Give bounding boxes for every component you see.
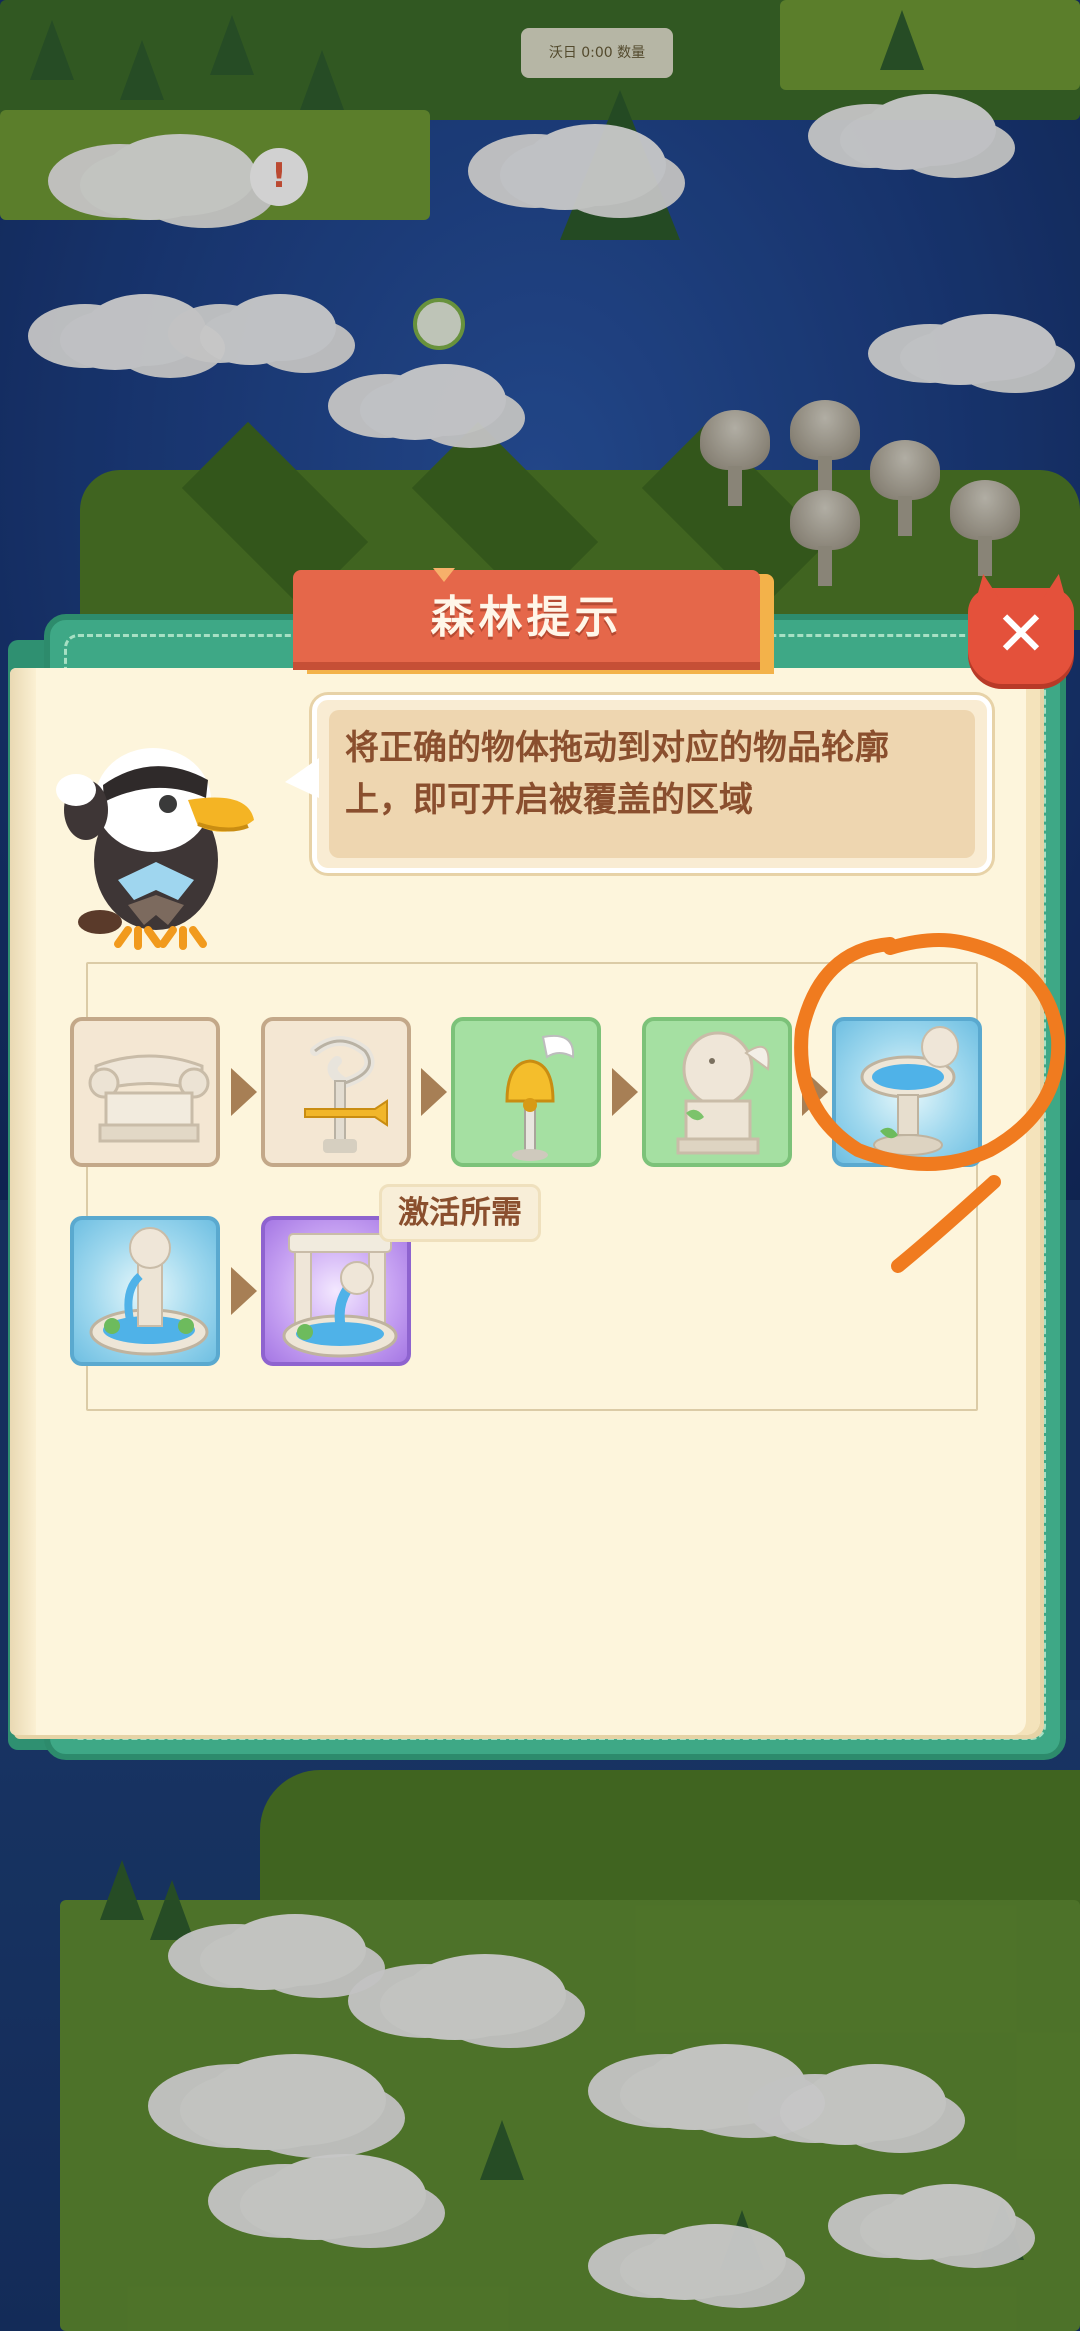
golden-bell-staff-icon — [505, 1035, 575, 1161]
close-button[interactable]: ✕ — [968, 588, 1074, 684]
activation-requirement-tag: 激活所需 — [379, 1184, 541, 1242]
chain-item-3[interactable] — [451, 1017, 601, 1167]
chain-item-6[interactable] — [70, 1216, 220, 1366]
bird-fountain-icon — [89, 1227, 209, 1356]
eagle-mascot-icon — [56, 748, 254, 950]
chain-arrow-icon — [231, 1267, 257, 1315]
chain-arrow-icon — [231, 1068, 257, 1116]
stone-pillar-capital-icon — [88, 1054, 210, 1143]
chain-item-4[interactable] — [642, 1017, 792, 1167]
bird-statue-pedestal-icon — [676, 1031, 770, 1155]
weathervane-icon — [304, 1036, 388, 1153]
panel-title: 森林提示 — [430, 592, 623, 643]
title-ribbon: 森林提示 — [293, 570, 760, 670]
chain-arrow-icon — [612, 1068, 638, 1116]
hint-speech-bubble: 将正确的物体拖动到对应的物品轮廓上，即可开启被覆盖的区域 — [312, 695, 992, 873]
chain-arrow-icon — [421, 1068, 447, 1116]
close-icon: ✕ — [995, 597, 1047, 670]
hint-text: 将正确的物体拖动到对应的物品轮廓上，即可开启被覆盖的区域 — [345, 728, 889, 820]
orange-circle-annotation — [794, 933, 1066, 1273]
chain-item-1[interactable] — [70, 1017, 220, 1167]
chain-item-2[interactable] — [261, 1017, 411, 1167]
